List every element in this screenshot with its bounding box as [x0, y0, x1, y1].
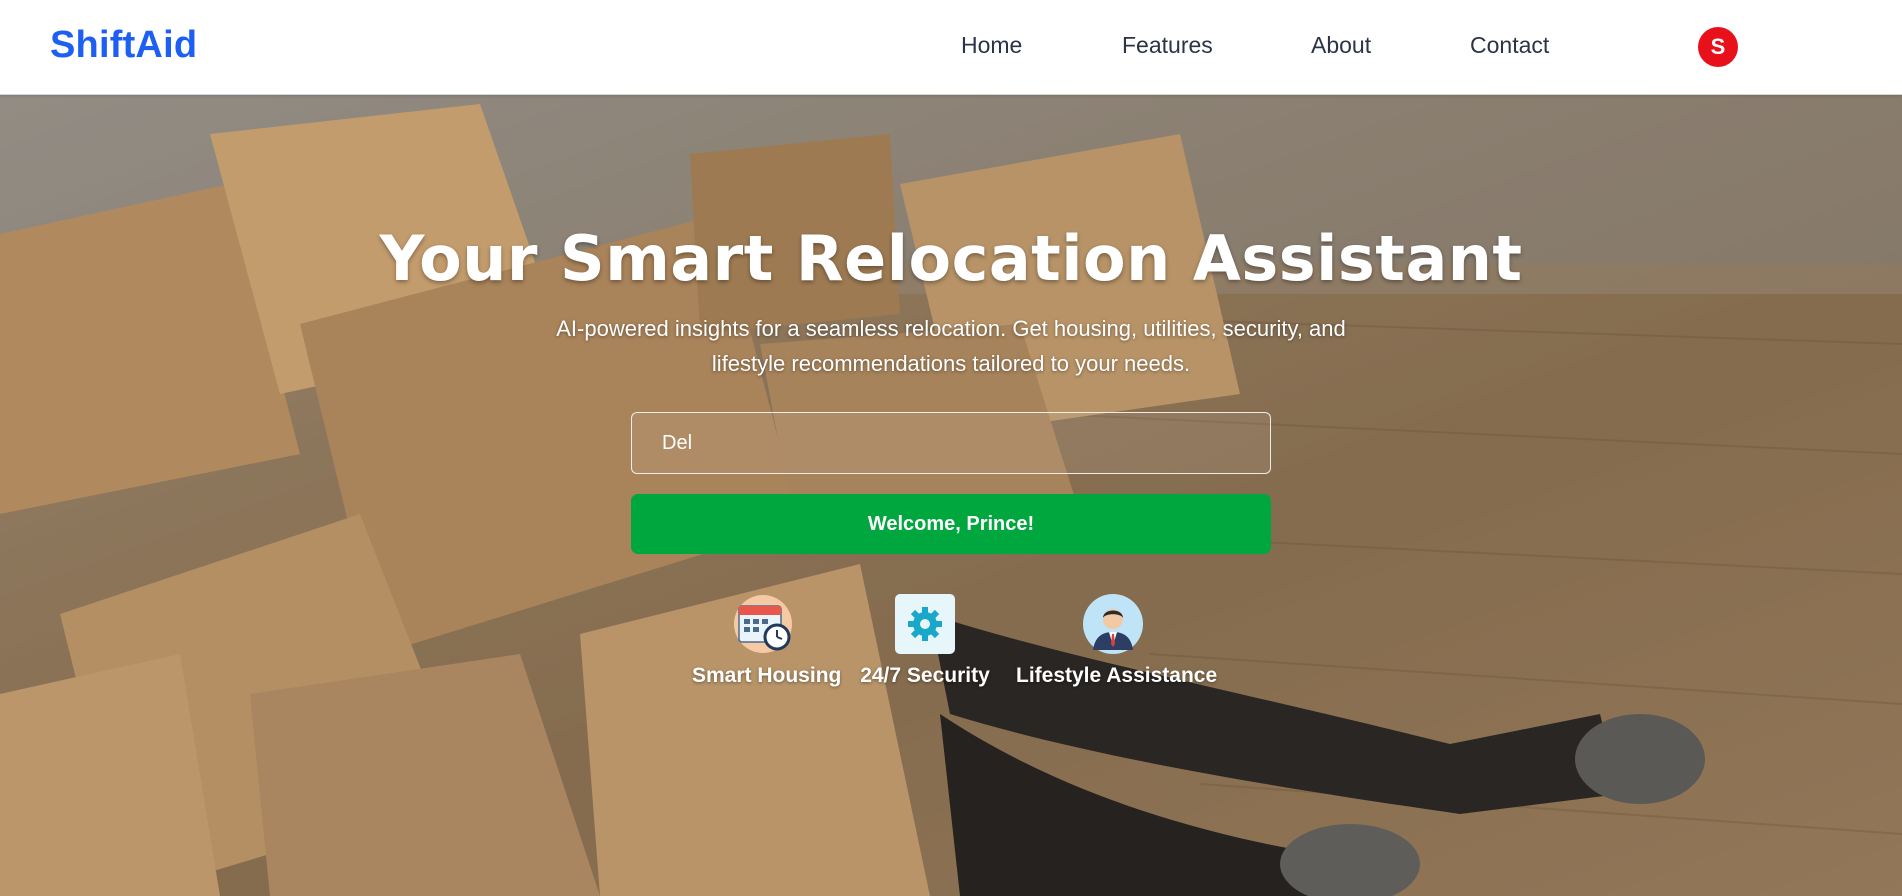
hero-subtitle: AI-powered insights for a seamless reloc…: [556, 316, 1346, 376]
calendar-clock-icon: [734, 595, 792, 653]
user-avatar[interactable]: S: [1698, 27, 1738, 67]
feature-label-security: 24/7 Security: [860, 664, 990, 687]
businessman-avatar-icon: [1083, 594, 1143, 654]
feature-lifestyle: Lifestyle Assistance: [1016, 594, 1218, 688]
hero-section: Your Smart Relocation Assistant AI-power…: [0, 94, 1902, 896]
welcome-button[interactable]: Welcome, Prince!: [631, 494, 1271, 554]
feature-label-smart-housing: Smart Housing: [692, 664, 842, 687]
nav-link-contact[interactable]: Contact: [1470, 32, 1549, 59]
feature-smart-housing: Smart Housing: [692, 594, 842, 688]
feature-security: 24/7 Security: [860, 594, 990, 688]
nav-link-features[interactable]: Features: [1122, 32, 1213, 59]
navbar: ShiftAid Home Features About Contact S: [0, 0, 1902, 95]
gear-icon: [895, 594, 955, 654]
hero-title: Your Smart Relocation Assistant: [379, 222, 1523, 295]
nav-link-about[interactable]: About: [1311, 32, 1371, 59]
location-input[interactable]: [631, 412, 1271, 474]
feature-label-lifestyle: Lifestyle Assistance: [1016, 664, 1218, 687]
brand-logo[interactable]: ShiftAid: [50, 24, 197, 67]
nav-link-home[interactable]: Home: [961, 32, 1022, 59]
